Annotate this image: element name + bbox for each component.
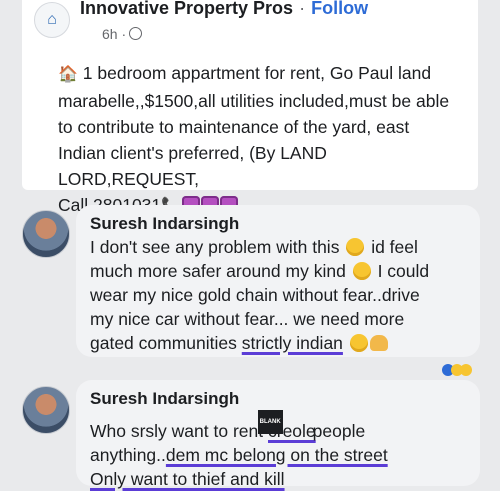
underlined-text: dem mc belong on the street <box>165 445 388 465</box>
comment-bubble: Suresh Indarsingh I don't see any proble… <box>76 205 480 357</box>
globe-icon <box>129 27 143 40</box>
comment-actions-row <box>92 364 472 380</box>
comment-author[interactable]: Suresh Indarsingh <box>90 213 468 235</box>
follow-button[interactable]: Follow <box>311 0 368 18</box>
avatar[interactable] <box>22 210 70 258</box>
pleading-emoji-icon <box>349 334 368 352</box>
wow-reaction-icon <box>460 364 472 376</box>
post-timestamp[interactable]: 6h · <box>102 26 143 42</box>
post-body: 🏠 1 bedroom appartment for rent, Go Paul… <box>58 63 450 215</box>
separator: · <box>299 0 306 18</box>
underlined-text: Only want to thief and kill <box>90 469 285 489</box>
pleading-emoji-icon <box>352 262 371 280</box>
raised-hands-icon <box>369 335 388 351</box>
comment-text: Who srsly want to rent creoleBLANK people… <box>90 410 468 491</box>
avatar[interactable] <box>22 386 70 434</box>
comment-author[interactable]: Suresh Indarsingh <box>90 388 468 410</box>
comment-text: I don't see any problem with this id fee… <box>90 237 430 353</box>
reaction-icons[interactable] <box>442 364 472 379</box>
blank-tag: BLANK <box>257 410 283 434</box>
underlined-text: strictly indian <box>241 333 343 353</box>
page-logo-icon[interactable]: ⌂ <box>34 2 70 38</box>
house-icon: 🏠 <box>58 66 78 83</box>
laughing-emoji-icon <box>346 238 365 256</box>
comment-bubble: Suresh Indarsingh Who srsly want to rent… <box>76 380 480 489</box>
post-card: ⌂ Innovative Property Pros · Follow 6h · 🏠… <box>22 0 478 215</box>
post-header: Innovative Property Pros · Follow <box>80 0 368 19</box>
page-name-link[interactable]: Innovative Property Pros <box>80 0 293 18</box>
